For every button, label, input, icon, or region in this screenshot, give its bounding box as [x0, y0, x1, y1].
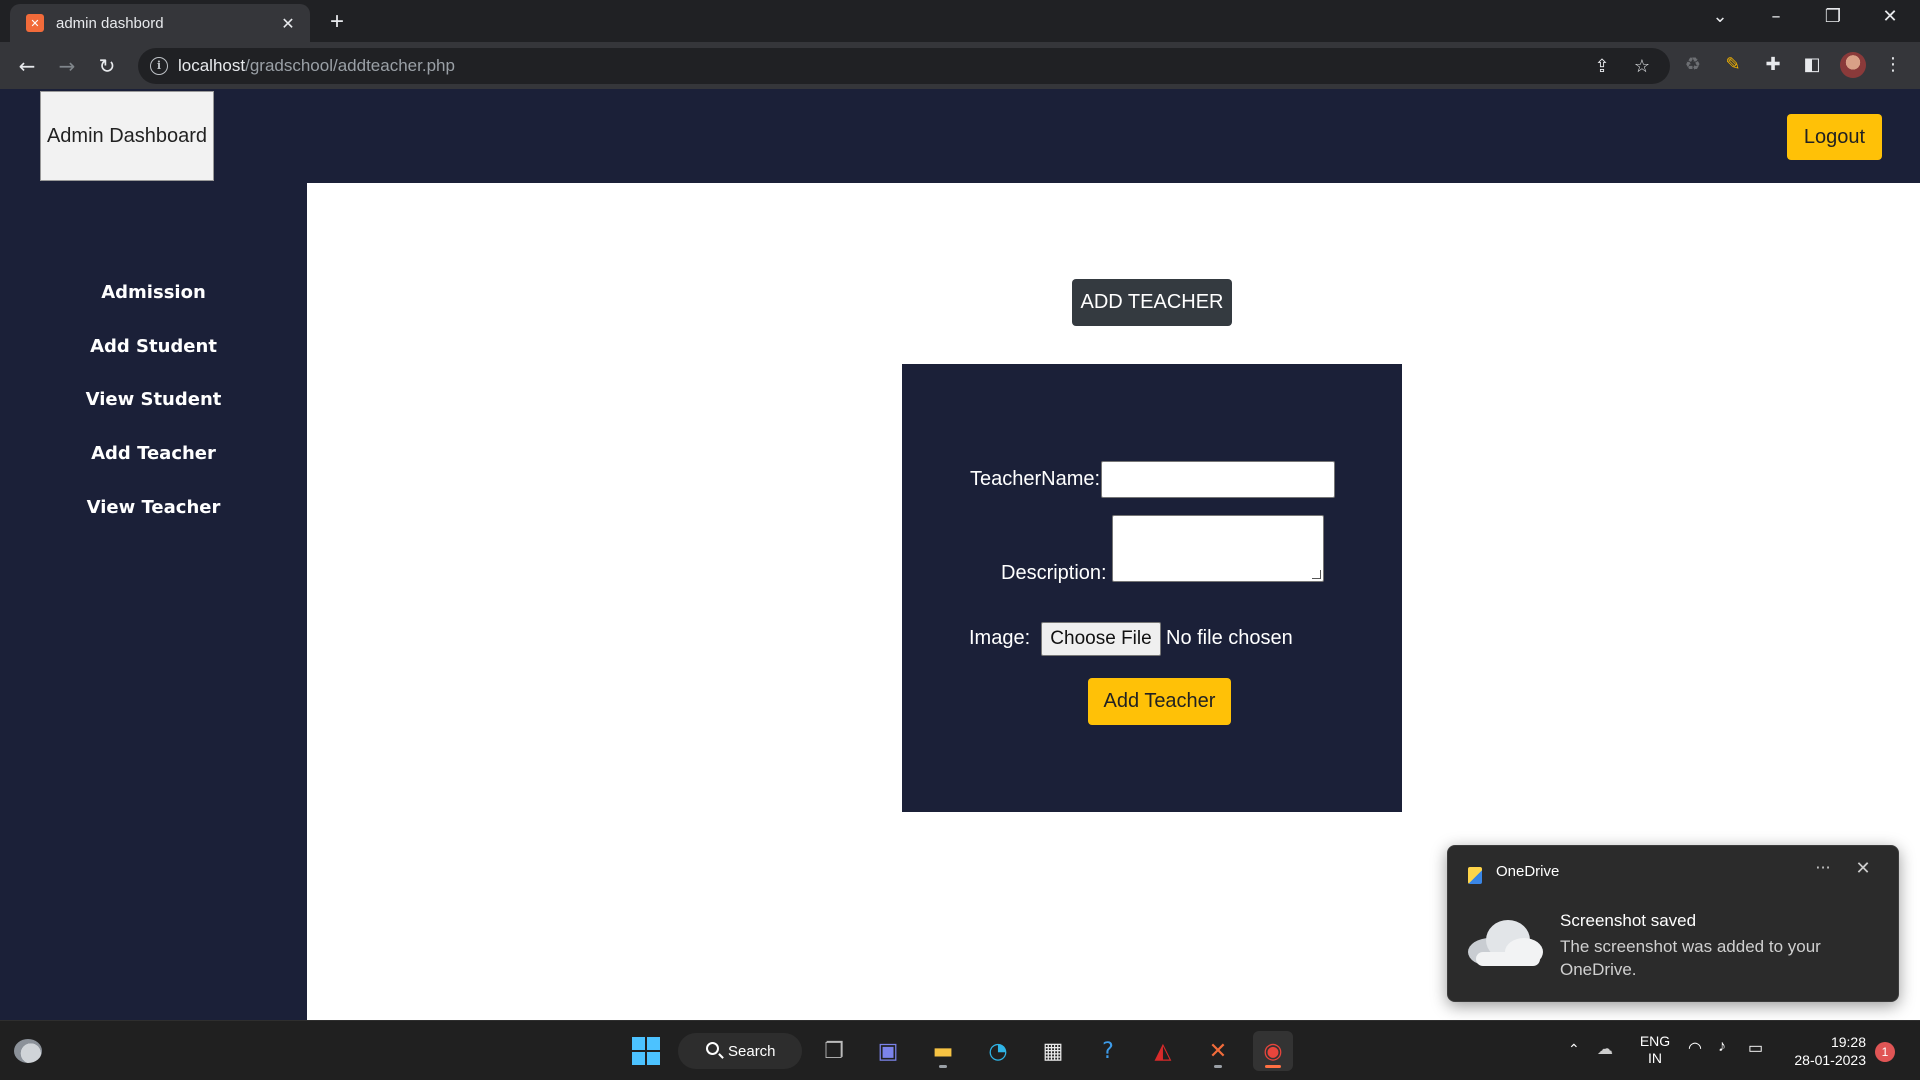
xampp-icon[interactable]: ✕	[1198, 1031, 1238, 1071]
tab-close-icon[interactable]: ✕	[278, 14, 298, 33]
reload-icon[interactable]: ↻	[92, 51, 122, 81]
forward-arrow-icon[interactable]: →	[52, 51, 82, 81]
minimize-icon[interactable]: –	[1756, 6, 1796, 27]
region-code: IN	[1648, 1050, 1662, 1066]
description-textarea[interactable]	[1112, 515, 1324, 582]
new-tab-plus-icon[interactable]: +	[322, 8, 352, 36]
extension-pen-icon[interactable]: ✎	[1720, 54, 1746, 75]
language-code: ENG	[1639, 1033, 1671, 1049]
url-path: /gradschool/addteacher.php	[245, 56, 455, 75]
page-heading: ADD TEACHER	[1072, 279, 1232, 326]
clock-date: 28-01-2023	[1794, 1052, 1866, 1068]
tab-search-chevron-icon[interactable]: ⌄	[1700, 6, 1740, 27]
sidebar-item-view-teacher[interactable]: View Teacher	[0, 497, 307, 518]
windows-logo-icon	[632, 1037, 660, 1065]
toast-title: Screenshot saved	[1560, 911, 1697, 930]
side-panel-icon[interactable]: ◧	[1799, 54, 1825, 75]
back-arrow-icon[interactable]: ←	[12, 51, 42, 81]
sidebar: Admission Add Student View Student Add T…	[0, 183, 307, 1020]
sidebar-item-admission[interactable]: Admission	[0, 282, 307, 303]
top-header: Admin Dashboard Logout	[0, 89, 1920, 183]
xampp-favicon-icon: ✕	[26, 14, 44, 32]
browser-toolbar: ← → ↻ i localhost/gradschool/addteacher.…	[0, 42, 1920, 89]
taskbar-search[interactable]: Search	[678, 1033, 802, 1069]
search-label: Search	[728, 1042, 776, 1060]
more-options-icon[interactable]: ···	[1808, 858, 1838, 877]
url-host: localhost	[178, 56, 246, 75]
address-bar[interactable]: i localhost/gradschool/addteacher.php ⇪ …	[138, 48, 1670, 84]
teams-chat-icon[interactable]: ▣	[868, 1031, 908, 1071]
bookmark-star-icon[interactable]: ☆	[1630, 56, 1654, 77]
windows-taskbar: Search ❐ ▣ ▬ ◔ ▦ ? ◭ ✕ ◉ ⌃ ☁ ENG IN ◠ ♪ …	[0, 1020, 1920, 1080]
onedrive-app-icon	[1468, 867, 1482, 884]
clock[interactable]: 19:28 28-01-2023	[1780, 1033, 1866, 1069]
tab-title: admin dashbord	[56, 14, 164, 32]
profile-avatar[interactable]	[1840, 52, 1866, 78]
search-icon	[706, 1042, 719, 1055]
site-info-icon[interactable]: i	[150, 57, 168, 75]
toast-app-name: OneDrive	[1496, 863, 1560, 880]
choose-file-button[interactable]: Choose File	[1041, 622, 1161, 656]
notification-badge[interactable]: 1	[1875, 1042, 1895, 1062]
sidebar-item-view-student[interactable]: View Student	[0, 389, 307, 410]
sidebar-item-add-teacher[interactable]: Add Teacher	[0, 443, 307, 464]
tray-overflow-chevron-icon[interactable]: ⌃	[1568, 1041, 1580, 1058]
browser-tab[interactable]: ✕ admin dashbord ✕	[10, 4, 310, 42]
add-teacher-submit-button[interactable]: Add Teacher	[1088, 678, 1231, 725]
file-status: No file chosen	[1166, 627, 1293, 649]
description-label: Description:	[1001, 562, 1107, 584]
microsoft-store-icon[interactable]: ▦	[1033, 1031, 1073, 1071]
start-button[interactable]	[626, 1031, 666, 1071]
resize-grip-icon[interactable]	[1312, 570, 1321, 579]
add-teacher-form: TeacherName: Description: Image: Choose …	[902, 364, 1402, 812]
teacher-name-label: TeacherName:	[970, 468, 1101, 490]
share-icon[interactable]: ⇪	[1590, 56, 1614, 77]
sidebar-item-add-student[interactable]: Add Student	[0, 336, 307, 357]
clock-time: 19:28	[1830, 1034, 1866, 1050]
weather-widget-icon[interactable]	[14, 1039, 42, 1063]
toast-body: The screenshot was added to your OneDriv…	[1560, 937, 1821, 979]
mcafee-icon[interactable]: ◭	[1143, 1031, 1183, 1071]
volume-icon[interactable]: ♪	[1718, 1038, 1726, 1056]
language-indicator[interactable]: ENG IN	[1638, 1033, 1672, 1067]
menu-kebab-icon[interactable]: ⋮	[1880, 54, 1906, 75]
brand-title[interactable]: Admin Dashboard	[40, 91, 214, 181]
wifi-icon[interactable]: ◠	[1688, 1038, 1702, 1058]
extensions-puzzle-icon[interactable]: ✚	[1760, 54, 1786, 75]
teacher-name-input[interactable]	[1101, 461, 1335, 498]
edge-browser-icon[interactable]: ◔	[978, 1031, 1018, 1071]
battery-icon[interactable]: ▭	[1748, 1038, 1763, 1058]
close-window-icon[interactable]: ✕	[1870, 6, 1910, 27]
cloud-icon	[1468, 920, 1543, 966]
file-explorer-icon[interactable]: ▬	[923, 1031, 963, 1071]
onedrive-notification[interactable]: OneDrive ··· ✕ Screenshot saved The scre…	[1447, 845, 1899, 1002]
toast-close-icon[interactable]: ✕	[1848, 858, 1878, 879]
chrome-icon[interactable]: ◉	[1253, 1031, 1293, 1071]
image-label: Image:	[969, 627, 1031, 649]
onedrive-sync-error-icon[interactable]: ☁	[1597, 1039, 1613, 1059]
browser-tab-strip: ✕ admin dashbord ✕ + ⌄ – ❐ ✕	[0, 0, 1920, 42]
restore-icon[interactable]: ❐	[1813, 6, 1853, 27]
task-view-icon[interactable]: ❐	[814, 1031, 854, 1071]
logout-button[interactable]: Logout	[1787, 114, 1882, 160]
help-icon[interactable]: ?	[1088, 1031, 1128, 1071]
extension-recycle-icon[interactable]: ♻	[1680, 54, 1706, 75]
